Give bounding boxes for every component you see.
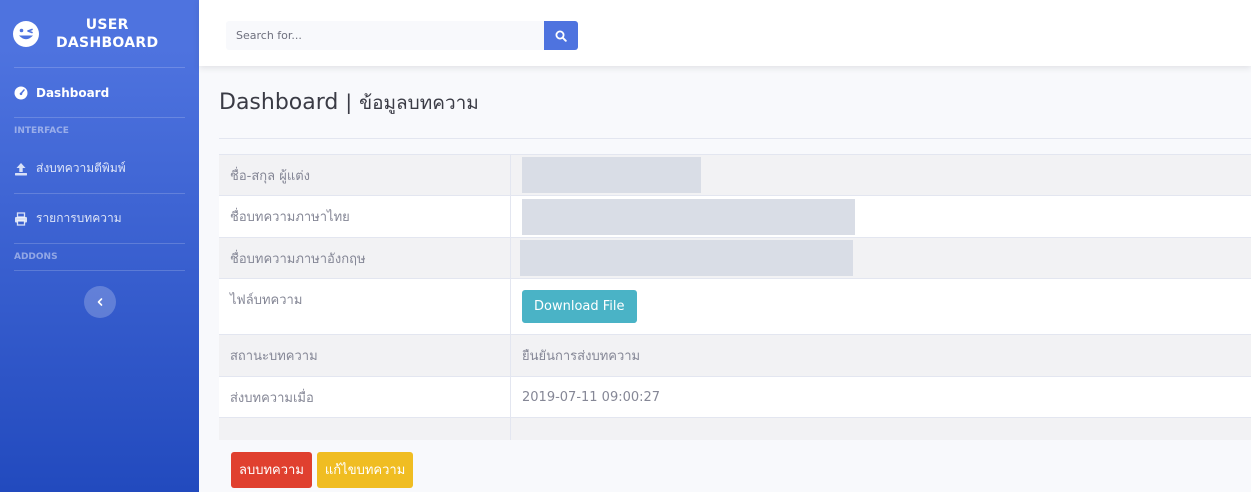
edit-article-button[interactable]: แก้ไขบทความ <box>316 452 414 488</box>
topbar <box>199 0 1251 66</box>
brand-line-2: DASHBOARD <box>56 34 159 51</box>
sidebar-item-dashboard[interactable]: Dashboard <box>0 68 199 117</box>
title-divider <box>219 138 1251 139</box>
sidebar-divider <box>14 270 185 271</box>
sidebar-brand[interactable]: USER DASHBOARD <box>0 0 199 67</box>
article-info-table: ชื่อ-สกุล ผู้แต่ง ชื่อบทความภาษาไทย ชื่อ… <box>219 154 1251 440</box>
row-value-empty <box>510 417 1251 440</box>
sidebar-item-label: รายการบทความ <box>36 211 122 225</box>
row-value-title-english <box>510 237 1251 279</box>
brand-line-1: USER <box>85 16 129 33</box>
delete-article-button[interactable]: ลบบทความ <box>231 452 312 488</box>
sidebar-item-label: ส่งบทความตีพิมพ์ <box>36 161 126 175</box>
row-label-title-english: ชื่อบทความภาษาอังกฤษ <box>219 237 511 279</box>
upload-icon <box>15 162 27 175</box>
laugh-wink-icon <box>13 20 39 47</box>
sidebar-heading-interface: INTERFACE <box>14 126 69 136</box>
tachometer-icon <box>14 86 28 99</box>
redacted-value <box>520 240 853 276</box>
download-file-button[interactable]: Download File <box>522 290 637 323</box>
row-value-status: ยืนยันการส่งบทความ <box>510 334 1251 377</box>
sidebar-item-label: Dashboard <box>36 85 110 100</box>
row-value-file: Download File <box>510 278 1251 335</box>
sidebar-item-submit-article[interactable]: ส่งบทความตีพิมพ์ <box>0 144 199 193</box>
table-row: ชื่อบทความภาษาไทย <box>219 195 1251 238</box>
brand-title: USER DASHBOARD <box>56 16 158 52</box>
search-icon <box>555 30 567 42</box>
table-row: ส่งบทความเมื่อ 2019-07-11 09:00:27 <box>219 376 1251 418</box>
sidebar-item-article-list[interactable]: รายการบทความ <box>0 194 199 243</box>
row-value-submitted-at: 2019-07-11 09:00:27 <box>510 376 1251 418</box>
sidebar: USER DASHBOARD Dashboard INTERFACE ส่งบท… <box>0 0 199 492</box>
page-title-main: Dashboard <box>219 90 339 115</box>
sidebar-heading-addons: ADDONS <box>14 252 58 262</box>
row-label-empty <box>219 417 511 440</box>
print-icon <box>15 211 27 226</box>
search-button[interactable] <box>544 21 578 50</box>
action-buttons: ลบบทความ แก้ไขบทความ <box>231 452 414 488</box>
table-row: ชื่อ-สกุล ผู้แต่ง <box>219 154 1251 196</box>
page-title: Dashboard | ข้อมูลบทความ <box>219 88 479 118</box>
row-label-file: ไฟล์บทความ <box>219 278 511 335</box>
redacted-value <box>522 198 855 235</box>
page-title-sub: ข้อมูลบทความ <box>359 92 479 114</box>
table-row: ไฟล์บทความ Download File <box>219 278 1251 335</box>
row-label-author: ชื่อ-สกุล ผู้แต่ง <box>219 154 511 196</box>
row-value-author <box>510 154 1251 196</box>
sidebar-toggle-button[interactable] <box>84 286 116 318</box>
row-value-title-thai <box>510 195 1251 238</box>
table-row <box>219 417 1251 440</box>
chevron-left-icon <box>97 298 103 306</box>
table-row: สถานะบทความ ยืนยันการส่งบทความ <box>219 334 1251 377</box>
redacted-value <box>522 157 701 193</box>
row-label-title-thai: ชื่อบทความภาษาไทย <box>219 195 511 238</box>
page-title-separator: | <box>345 90 353 114</box>
search-input[interactable] <box>226 21 544 50</box>
row-label-status: สถานะบทความ <box>219 334 511 377</box>
table-row: ชื่อบทความภาษาอังกฤษ <box>219 237 1251 279</box>
row-label-submitted-at: ส่งบทความเมื่อ <box>219 376 511 418</box>
search-bar <box>226 21 578 50</box>
